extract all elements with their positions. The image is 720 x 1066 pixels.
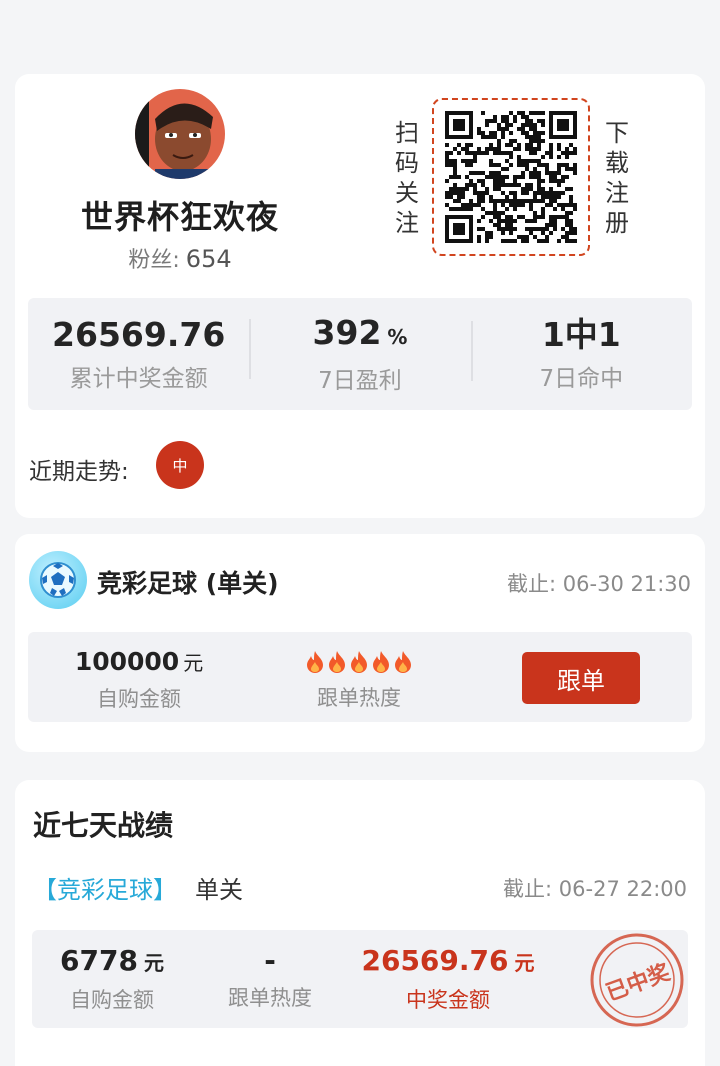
stat-label: 7日盈利 — [318, 368, 402, 394]
record-title: 近七天战绩 — [33, 809, 174, 842]
plan-title: 竞彩足球 (单关) — [97, 569, 279, 598]
scan-follow-label: 扫码关注 — [395, 119, 419, 237]
trend-label: 近期走势: — [29, 459, 129, 485]
fans-value: 654 — [185, 245, 232, 273]
record-summary[interactable]: 6778 元 自购金额 - 跟单热度 26569.76 元 中奖金额 已中奖 — [32, 930, 688, 1028]
fans-count: 粉丝: 654 — [55, 242, 305, 274]
qr-code-image — [445, 111, 577, 243]
heat-label: 跟单热度 — [317, 686, 401, 710]
flame-icon — [373, 651, 389, 673]
nickname: 世界杯狂欢夜 — [80, 198, 279, 236]
amount-label: 自购金额 — [70, 988, 154, 1012]
heat-label: 跟单热度 — [228, 986, 312, 1010]
record-deadline: 截止: 06-27 22:00 — [503, 877, 687, 901]
plan-amount: 100000 元 自购金额 — [44, 646, 234, 713]
stats-panel: 26569.76 累计中奖金额 392% 7日盈利 1中1 7日命中 — [28, 298, 692, 410]
download-register-label: 下载注册 — [605, 119, 629, 237]
fans-label: 粉丝: — [128, 248, 180, 273]
flame-icon — [395, 651, 411, 673]
play-type: 单关 — [195, 876, 243, 904]
record-amount: 6778 元 自购金额 — [42, 944, 182, 1014]
stat-value: 1中1 — [541, 315, 621, 354]
amount-unit: 元 — [183, 651, 204, 675]
plan-summary: 100000 元 自购金额 跟单热度 跟单 — [28, 632, 692, 722]
flame-icon — [329, 651, 345, 673]
plan-card[interactable]: 竞彩足球 (单关) 截止: 06-30 21:30 100000 元 自购金额 跟… — [15, 534, 705, 752]
record-prize: 26569.76 元 中奖金额 — [358, 944, 538, 1014]
winning-stamp-icon: 已中奖 — [590, 933, 684, 1027]
svg-text:已中奖: 已中奖 — [603, 959, 675, 1006]
flame-icon — [351, 651, 367, 673]
record-heat: - 跟单热度 — [210, 944, 330, 1012]
stat-value: 392 — [312, 313, 382, 352]
lottery-tag: 【竞彩足球】 — [33, 876, 177, 904]
heat-value: - — [264, 944, 276, 977]
amount-unit: 元 — [143, 951, 164, 975]
stat-7day-profit: 392% 7日盈利 — [249, 313, 470, 395]
prize-label: 中奖金额 — [406, 988, 490, 1012]
prize-value: 26569.76 — [361, 944, 509, 977]
stat-7day-hit: 1中1 7日命中 — [470, 315, 692, 393]
avatar[interactable] — [135, 89, 225, 179]
amount-value: 6778 — [60, 944, 138, 977]
amount-value: 100000 — [74, 647, 180, 676]
football-icon — [29, 551, 87, 609]
follow-button[interactable]: 跟单 — [522, 652, 640, 704]
qr-code[interactable] — [432, 98, 590, 256]
stat-unit: % — [387, 325, 408, 349]
stat-total-prize: 26569.76 累计中奖金额 — [28, 315, 249, 393]
heat-flames — [264, 646, 454, 678]
profile-card: 世界杯狂欢夜 粉丝: 654 扫码关注 下载注册 26569.76 累计中奖金额 … — [15, 74, 705, 518]
amount-label: 自购金额 — [97, 687, 181, 711]
prize-unit: 元 — [514, 951, 535, 975]
flame-icon — [307, 651, 323, 673]
stat-label: 7日命中 — [539, 366, 624, 392]
stat-value: 26569.76 — [52, 315, 226, 354]
trend-badge-hit: 中 — [156, 441, 204, 489]
plan-deadline: 截止: 06-30 21:30 — [507, 572, 691, 596]
plan-heat: 跟单热度 — [264, 646, 454, 712]
record-card: 近七天战绩 【竞彩足球】 单关 截止: 06-27 22:00 6778 元 自购… — [15, 780, 705, 1066]
stat-label: 累计中奖金额 — [69, 366, 208, 392]
